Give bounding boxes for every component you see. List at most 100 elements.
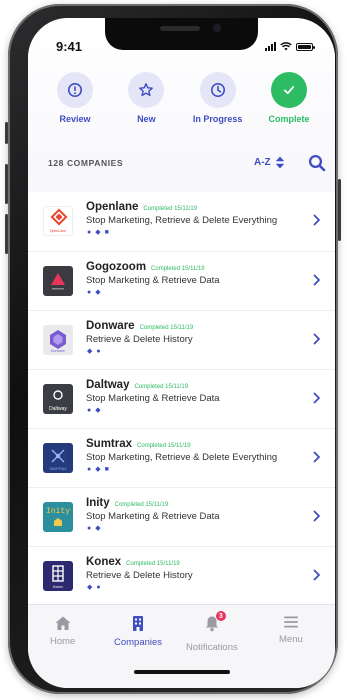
exclamation-circle-icon bbox=[57, 72, 93, 108]
row-title: Gogozoom Completed 15/11/19 bbox=[86, 261, 205, 273]
company-row-daltway[interactable]: Daltway Daltway Completed 15/11/19 Stop … bbox=[28, 369, 335, 428]
data-type-icon: ● bbox=[96, 584, 101, 591]
company-row-gogozoom[interactable]: Gogozoom Completed 15/11/19 Stop Marketi… bbox=[28, 251, 335, 310]
power-button bbox=[338, 179, 341, 241]
status-icons bbox=[265, 42, 315, 51]
volume-up-button bbox=[5, 164, 8, 204]
company-name: Gogozoom bbox=[86, 261, 147, 273]
company-list: OpenLane Openlane Completed 15/11/19 Sto… bbox=[28, 192, 335, 605]
completed-status: Completed 15/11/19 bbox=[114, 502, 169, 508]
bottom-tab-bar: Home Companies 3 Notifications Menu bbox=[28, 604, 335, 688]
company-request-action: Stop Marketing & Retrieve Data bbox=[86, 393, 220, 404]
data-type-icon: ● bbox=[87, 407, 92, 414]
data-type-icons: ◆ ● bbox=[87, 584, 101, 591]
chevron-right-icon bbox=[313, 333, 320, 345]
sumtrax-logo: SUMTRAX bbox=[43, 443, 73, 473]
company-row-sumtrax[interactable]: SUMTRAX Sumtrax Completed 15/11/19 Stop … bbox=[28, 428, 335, 487]
company-row-inity[interactable]: Inity Inity Completed 15/11/19 Stop Mark… bbox=[28, 487, 335, 546]
speaker bbox=[160, 26, 200, 31]
data-type-icon: ◆ bbox=[87, 584, 93, 591]
company-name: Daltway bbox=[86, 379, 130, 391]
notch bbox=[105, 18, 258, 50]
nav-notifications[interactable]: 3 Notifications bbox=[186, 611, 238, 653]
status-time: 9:41 bbox=[56, 39, 83, 54]
company-name: Sumtrax bbox=[86, 438, 133, 450]
nav-label: Menu bbox=[279, 634, 303, 645]
clock-icon bbox=[199, 72, 236, 108]
company-request-action: Retrieve & Delete History bbox=[86, 570, 193, 581]
battery-icon bbox=[296, 42, 315, 51]
row-title: Openlane Completed 15/11/19 bbox=[86, 201, 197, 213]
status-filter-tabs: Review New In Progress Complete bbox=[42, 72, 322, 124]
chevron-right-icon bbox=[313, 510, 320, 522]
data-type-icon: ◆ bbox=[95, 525, 101, 532]
data-type-icon: ● bbox=[87, 229, 92, 236]
completed-status: Completed 15/11/19 bbox=[126, 561, 180, 567]
search-button[interactable] bbox=[308, 154, 326, 177]
filter-new[interactable]: New bbox=[113, 72, 179, 124]
screen: 9:41 Review New In Progress Complete 128… bbox=[28, 18, 335, 688]
chevron-right-icon bbox=[313, 274, 320, 286]
filter-label: Complete bbox=[268, 114, 310, 124]
mute-switch bbox=[5, 122, 8, 144]
data-type-icon: ● bbox=[87, 289, 92, 296]
data-type-icons: ● ◆ bbox=[87, 407, 101, 414]
nav-label: Companies bbox=[114, 637, 163, 648]
phone-frame: 9:41 Review New In Progress Complete 128… bbox=[5, 4, 341, 694]
wifi-icon bbox=[280, 42, 292, 51]
company-row-konex[interactable]: Konex Konex Completed 15/11/19 Retrieve … bbox=[28, 546, 335, 605]
data-type-icons: ◆ ● bbox=[87, 348, 101, 355]
bell-icon-wrap: 3 bbox=[204, 611, 226, 637]
nav-label: Notifications bbox=[186, 642, 238, 653]
data-type-icon: ◆ bbox=[95, 229, 101, 236]
data-type-icon: ● bbox=[87, 466, 92, 473]
filter-review[interactable]: Review bbox=[42, 72, 108, 124]
company-request-action: Stop Marketing & Retrieve Data bbox=[86, 511, 220, 522]
donware-logo: Donware bbox=[43, 325, 73, 355]
completed-status: Completed 15/11/19 bbox=[143, 206, 197, 212]
completed-status: Completed 15/11/19 bbox=[139, 325, 194, 331]
data-type-icon: ◆ bbox=[95, 407, 101, 414]
chevron-right-icon bbox=[313, 451, 320, 463]
company-name: Inity bbox=[86, 497, 110, 509]
data-type-icons: ● ◆ ■ bbox=[87, 466, 109, 473]
nav-companies[interactable]: Companies bbox=[114, 615, 162, 648]
daltway-logo: Daltway bbox=[43, 384, 73, 414]
filter-complete[interactable]: Complete bbox=[256, 72, 322, 124]
konex-logo: Konex bbox=[43, 561, 73, 591]
notification-badge: 3 bbox=[215, 611, 226, 621]
row-title: Sumtrax Completed 15/11/19 bbox=[86, 438, 191, 450]
completed-status: Completed 15/11/19 bbox=[137, 443, 191, 449]
company-row-openlane[interactable]: OpenLane Openlane Completed 15/11/19 Sto… bbox=[28, 192, 335, 251]
inity-logo: Inity bbox=[43, 502, 73, 532]
volume-down-button bbox=[5, 214, 8, 254]
row-title: Inity Completed 15/11/19 bbox=[86, 497, 168, 509]
company-name: Konex bbox=[86, 556, 122, 568]
data-type-icon: ◆ bbox=[87, 348, 93, 355]
data-type-icons: ● ◆ bbox=[87, 525, 101, 532]
building-icon bbox=[133, 616, 144, 631]
list-header: 128 COMPANIES A-Z bbox=[48, 154, 328, 174]
sort-button[interactable]: A-Z bbox=[254, 156, 285, 169]
nav-menu[interactable]: Menu bbox=[279, 615, 303, 645]
data-type-icon: ■ bbox=[104, 466, 109, 473]
front-camera bbox=[213, 24, 221, 32]
data-type-icon: ● bbox=[96, 348, 101, 355]
data-type-icon: ■ bbox=[104, 229, 109, 236]
data-type-icon: ◆ bbox=[95, 466, 101, 473]
data-type-icon: ◆ bbox=[95, 289, 101, 296]
data-type-icons: ● ◆ ■ bbox=[87, 229, 109, 236]
chevron-right-icon bbox=[313, 214, 320, 226]
hamburger-icon bbox=[283, 616, 298, 628]
company-row-donware[interactable]: Donware Donware Completed 15/11/19 Retri… bbox=[28, 310, 335, 369]
nav-home[interactable]: Home bbox=[50, 615, 75, 647]
row-title: Konex Completed 15/11/19 bbox=[86, 556, 180, 568]
completed-status: Completed 15/11/19 bbox=[151, 266, 205, 272]
gogozoom-logo bbox=[43, 266, 73, 296]
house-icon bbox=[55, 616, 71, 630]
filter-in-progress[interactable]: In Progress bbox=[185, 72, 251, 124]
filter-label: Review bbox=[59, 114, 91, 124]
openlane-logo: OpenLane bbox=[43, 206, 73, 236]
row-title: Daltway Completed 15/11/19 bbox=[86, 379, 188, 391]
data-type-icon: ● bbox=[87, 525, 92, 532]
